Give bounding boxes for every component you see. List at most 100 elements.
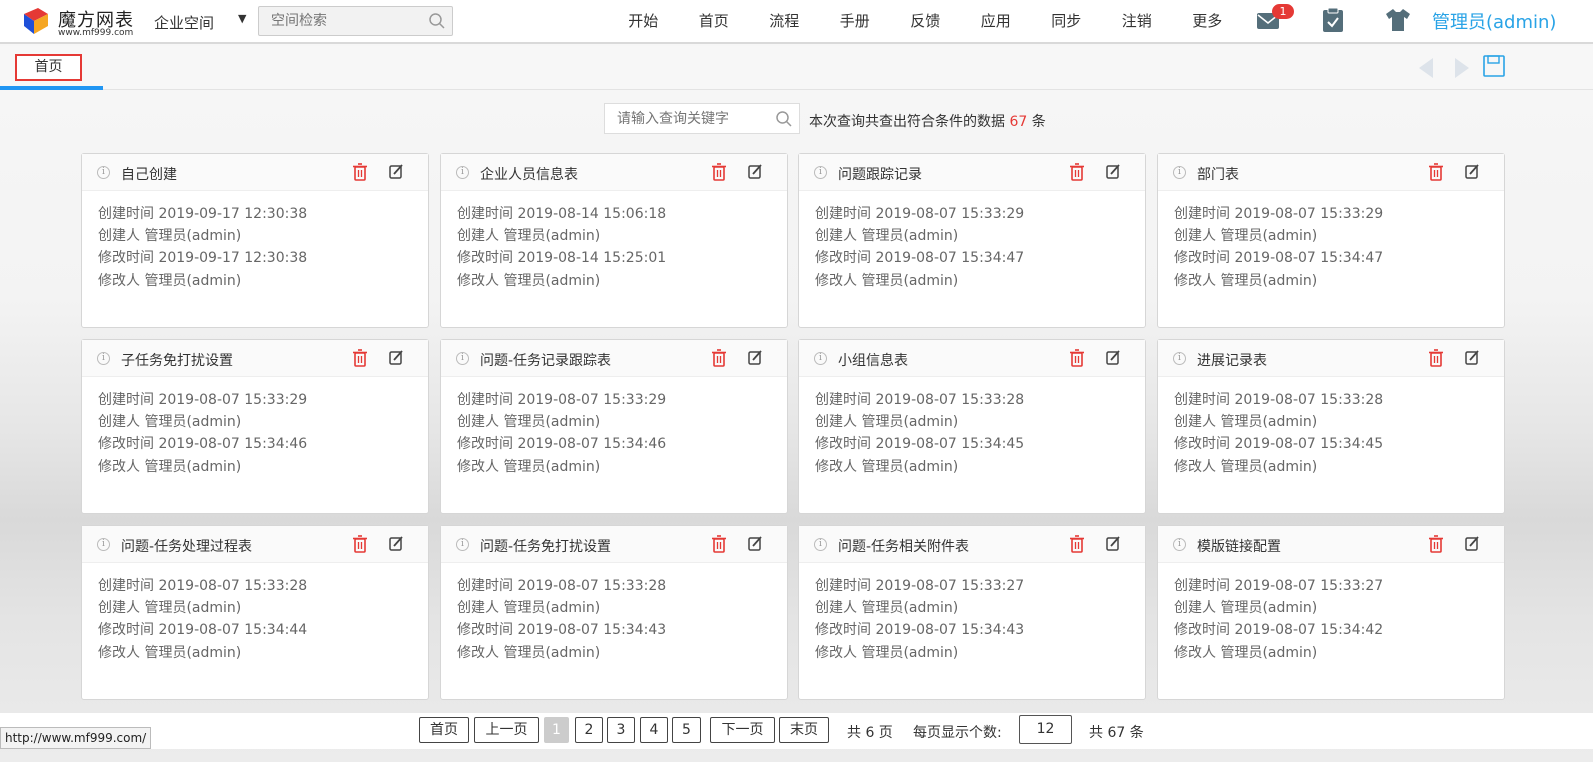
nav-home[interactable]: 首页	[679, 0, 750, 44]
nav-feedback[interactable]: 反馈	[890, 0, 961, 44]
page-last-button[interactable]: 末页	[779, 717, 829, 743]
card-title[interactable]: 进展记录表	[1197, 350, 1267, 370]
delete-icon[interactable]	[1424, 534, 1448, 554]
card-title[interactable]: 自己创建	[121, 164, 177, 184]
edit-icon[interactable]	[743, 534, 767, 554]
page-button-4[interactable]: 4	[640, 717, 668, 743]
nav-start[interactable]: 开始	[608, 0, 679, 44]
query-result-suffix: 条	[1031, 114, 1046, 130]
card-title[interactable]: 问题跟踪记录	[838, 164, 922, 184]
delete-icon[interactable]	[707, 348, 731, 368]
card-title[interactable]: 问题-任务记录跟踪表	[480, 350, 611, 370]
info-icon[interactable]: i	[814, 538, 827, 551]
created-time: 创建时间 2019-08-07 15:33:29	[1174, 206, 1384, 222]
card-title[interactable]: 子任务免打扰设置	[121, 350, 233, 370]
page-next-button[interactable]: 下一页	[710, 717, 775, 743]
page-button-5[interactable]: 5	[672, 717, 701, 743]
card-title[interactable]: 小组信息表	[838, 350, 908, 370]
delete-icon[interactable]	[707, 534, 731, 554]
page-first-button[interactable]: 首页	[419, 717, 469, 743]
form-card[interactable]: i 问题-任务记录跟踪表 创建时间 2019-08-07 15:33:29 创建人 管…	[440, 339, 788, 514]
delete-icon[interactable]	[707, 162, 731, 182]
search-icon[interactable]	[775, 110, 793, 128]
delete-icon[interactable]	[348, 348, 372, 368]
delete-icon[interactable]	[348, 534, 372, 554]
delete-icon[interactable]	[1424, 348, 1448, 368]
info-icon[interactable]: i	[814, 166, 827, 179]
form-card[interactable]: i 小组信息表 创建时间 2019-08-07 15:33:28 创建人 管理员(ad…	[798, 339, 1146, 514]
page-button-2[interactable]: 2	[575, 717, 603, 743]
card-title[interactable]: 部门表	[1197, 164, 1239, 184]
query-search-input[interactable]	[605, 104, 770, 133]
caret-down-icon[interactable]: ▼	[238, 12, 246, 25]
edit-icon[interactable]	[1460, 348, 1484, 368]
modifier: 修改人 管理员(admin)	[98, 272, 242, 289]
form-card[interactable]: i 模版链接配置 创建时间 2019-08-07 15:33:27 创建人 管理员(a…	[1157, 525, 1505, 700]
nav-sync[interactable]: 同步	[1031, 0, 1102, 44]
info-icon[interactable]: i	[1173, 352, 1186, 365]
search-icon[interactable]	[428, 12, 446, 30]
edit-icon[interactable]	[743, 348, 767, 368]
created-time: 创建时间 2019-08-07 15:33:29	[98, 392, 308, 408]
form-card[interactable]: i 子任务免打扰设置 创建时间 2019-08-07 15:33:29 创建人 管理员…	[81, 339, 429, 514]
card-title[interactable]: 模版链接配置	[1197, 536, 1281, 556]
page-button-1[interactable]: 1	[544, 717, 569, 743]
nav-workflow[interactable]: 流程	[749, 0, 820, 44]
info-icon[interactable]: i	[456, 166, 469, 179]
form-card[interactable]: i 问题-任务处理过程表 创建时间 2019-08-07 15:33:28 创建人 管…	[81, 525, 429, 700]
creator: 创建人 管理员(admin)	[457, 600, 601, 617]
card-title[interactable]: 问题-任务免打扰设置	[480, 536, 611, 556]
info-icon[interactable]: i	[814, 352, 827, 365]
created-time: 创建时间 2019-08-07 15:33:29	[815, 206, 1025, 222]
form-card[interactable]: i 部门表 创建时间 2019-08-07 15:33:29 创建人 管理员(admi…	[1157, 153, 1505, 328]
tab-next-icon[interactable]	[1451, 56, 1471, 80]
delete-icon[interactable]	[1424, 162, 1448, 182]
nav-more[interactable]: 更多	[1172, 0, 1243, 44]
clipboard-icon[interactable]	[1322, 7, 1344, 33]
edit-icon[interactable]	[384, 348, 408, 368]
theme-shirt-icon[interactable]	[1385, 8, 1411, 32]
edit-icon[interactable]	[1460, 534, 1484, 554]
info-icon[interactable]: i	[97, 352, 110, 365]
space-select[interactable]: 企业空间	[154, 12, 214, 33]
delete-icon[interactable]	[1065, 534, 1089, 554]
card-title[interactable]: 企业人员信息表	[480, 164, 578, 184]
tab-active-indicator	[0, 86, 103, 90]
page-prev-button[interactable]: 上一页	[474, 717, 539, 743]
form-card[interactable]: i 问题-任务免打扰设置 创建时间 2019-08-07 15:33:28 创建人 管…	[440, 525, 788, 700]
delete-icon[interactable]	[1065, 348, 1089, 368]
delete-icon[interactable]	[1065, 162, 1089, 182]
info-icon[interactable]: i	[97, 538, 110, 551]
tab-home[interactable]: 首页	[15, 54, 82, 81]
save-layout-icon[interactable]	[1483, 55, 1505, 77]
edit-icon[interactable]	[1101, 534, 1125, 554]
logo[interactable]: 魔方网表 www.mf999.com	[20, 4, 133, 40]
form-card[interactable]: i 企业人员信息表 创建时间 2019-08-14 15:06:18 创建人 管理员(…	[440, 153, 788, 328]
form-card[interactable]: i 问题跟踪记录 创建时间 2019-08-07 15:33:29 创建人 管理员(a…	[798, 153, 1146, 328]
info-icon[interactable]: i	[1173, 538, 1186, 551]
delete-icon[interactable]	[348, 162, 372, 182]
edit-icon[interactable]	[743, 162, 767, 182]
info-icon[interactable]: i	[456, 538, 469, 551]
form-card[interactable]: i 进展记录表 创建时间 2019-08-07 15:33:28 创建人 管理员(ad…	[1157, 339, 1505, 514]
info-icon[interactable]: i	[97, 166, 110, 179]
user-name[interactable]: 管理员(admin)	[1432, 8, 1556, 34]
page-button-3[interactable]: 3	[607, 717, 635, 743]
tab-prev-icon[interactable]	[1417, 56, 1437, 80]
edit-icon[interactable]	[384, 162, 408, 182]
card-title[interactable]: 问题-任务处理过程表	[121, 536, 252, 556]
nav-apps[interactable]: 应用	[961, 0, 1032, 44]
nav-manual[interactable]: 手册	[820, 0, 891, 44]
edit-icon[interactable]	[1101, 348, 1125, 368]
form-card[interactable]: i 问题-任务相关附件表 创建时间 2019-08-07 15:33:27 创建人 管…	[798, 525, 1146, 700]
info-icon[interactable]: i	[456, 352, 469, 365]
nav-logout[interactable]: 注销	[1102, 0, 1173, 44]
info-icon[interactable]: i	[1173, 166, 1186, 179]
per-page-input[interactable]: 12	[1019, 715, 1072, 744]
form-card[interactable]: i 自己创建 创建时间 2019-09-17 12:30:38 创建人 管理员(adm…	[81, 153, 429, 328]
space-search-input[interactable]	[259, 7, 424, 35]
edit-icon[interactable]	[1101, 162, 1125, 182]
edit-icon[interactable]	[1460, 162, 1484, 182]
card-title[interactable]: 问题-任务相关附件表	[838, 536, 969, 556]
edit-icon[interactable]	[384, 534, 408, 554]
